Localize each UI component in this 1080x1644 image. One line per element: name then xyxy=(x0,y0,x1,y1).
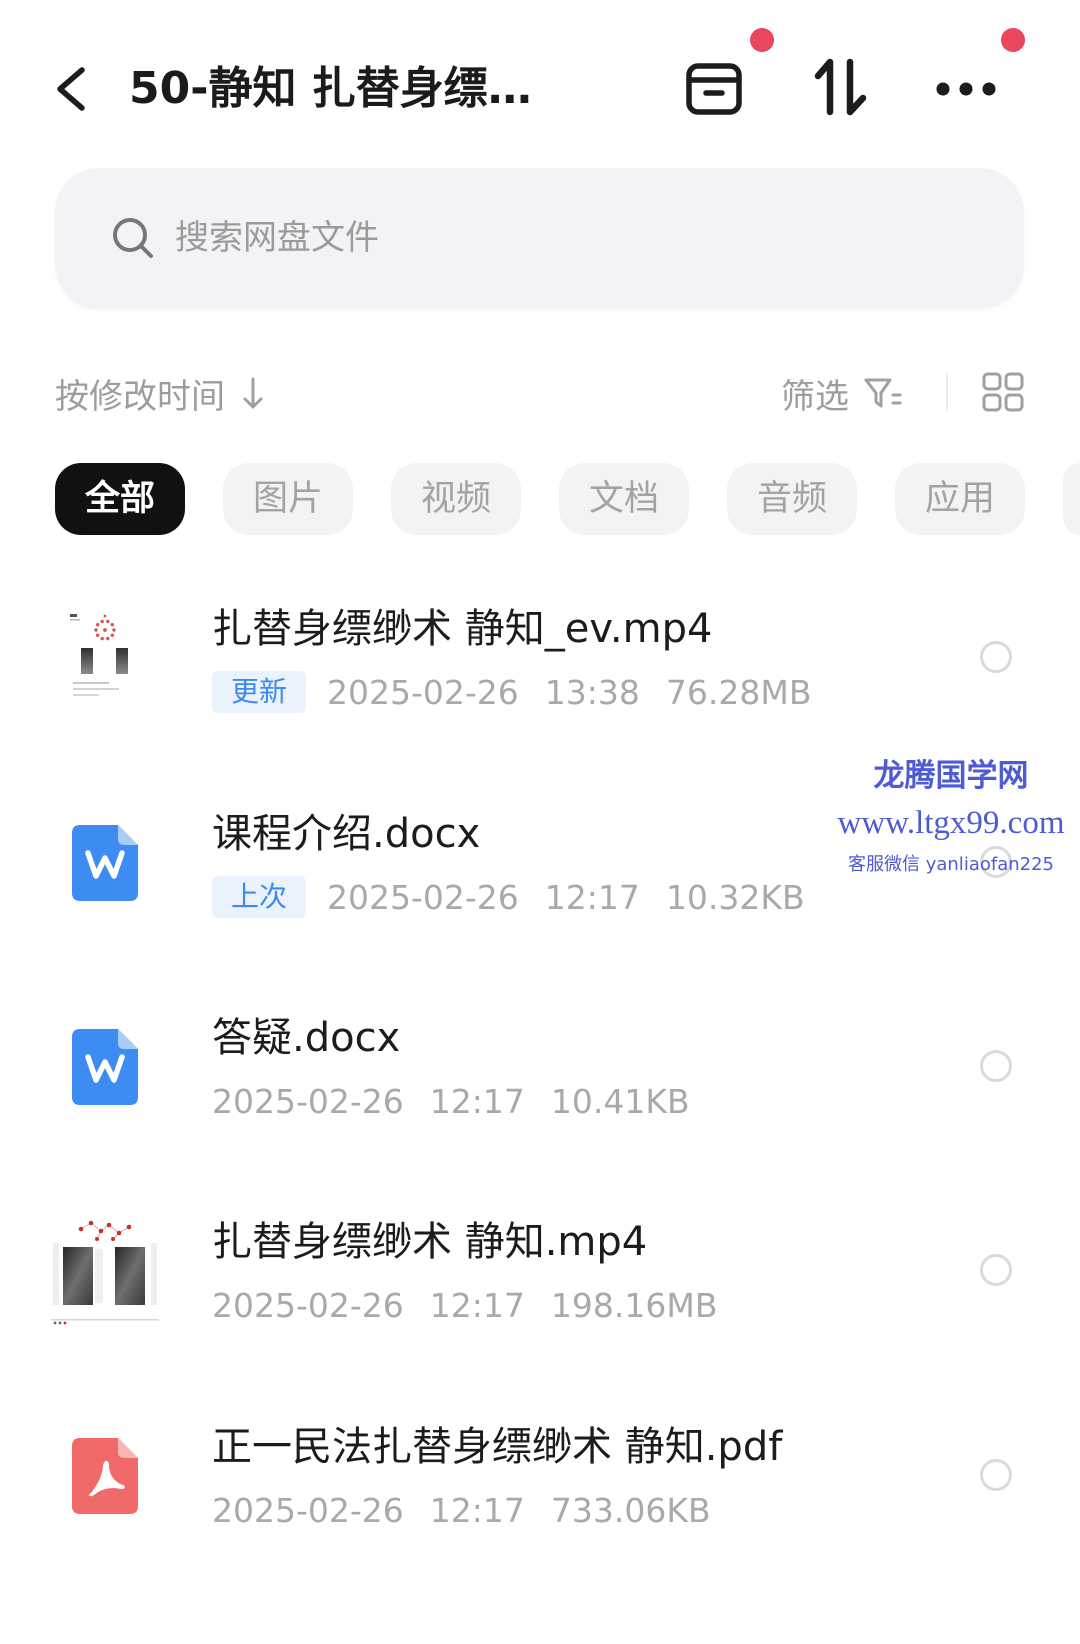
file-time: 12:17 xyxy=(429,1285,525,1325)
watermark-site-name: 龙腾国学网 xyxy=(873,758,1029,794)
filter-label: 筛选 xyxy=(781,376,849,417)
pdf-icon xyxy=(48,1419,162,1533)
file-meta: 上次 2025-02-26 12:17 10.32KB xyxy=(212,875,831,919)
file-date: 2025-02-26 xyxy=(327,672,519,712)
file-meta: 2025-02-26 12:17 198.16MB xyxy=(212,1283,743,1327)
grid-view-toggle[interactable] xyxy=(981,371,1025,413)
toolbar-divider xyxy=(946,373,948,411)
category-tabs: 全部 图片 视频 文档 音频 应用 xyxy=(55,463,1080,535)
filter-button[interactable]: 筛选 xyxy=(781,370,903,417)
sort-by-button[interactable]: 按修改时间 xyxy=(55,370,265,417)
file-meta: 2025-02-26 12:17 733.06KB xyxy=(212,1488,737,1532)
back-chevron-icon xyxy=(57,67,85,111)
grid-view-icon xyxy=(982,372,1024,412)
filter-icon xyxy=(864,378,902,408)
file-time: 12:17 xyxy=(544,877,640,917)
transfer-sort-button[interactable] xyxy=(812,58,870,116)
notification-dot xyxy=(750,28,774,52)
select-radio[interactable] xyxy=(980,1254,1012,1286)
archive-button[interactable] xyxy=(684,60,744,118)
tab-all[interactable]: 全部 xyxy=(55,463,185,535)
file-size: 198.16MB xyxy=(550,1285,718,1325)
file-name: 扎替身缥缈术 静知_ev.mp4 xyxy=(212,606,713,652)
search-bar[interactable] xyxy=(55,168,1024,309)
watermark-contact: 客服微信 yanliaofan225 xyxy=(848,854,1054,875)
sort-arrows-icon xyxy=(814,58,867,116)
arrow-down-icon xyxy=(243,377,263,409)
file-name: 扎替身缥缈术 静知.mp4 xyxy=(212,1219,648,1265)
select-radio[interactable] xyxy=(980,1459,1012,1491)
file-row[interactable]: 扎替身缥缈术 静知_ev.mp4 更新 2025-02-26 13:38 76.… xyxy=(0,557,1080,762)
file-time: 13:38 xyxy=(544,672,640,712)
file-time: 12:17 xyxy=(429,1081,525,1121)
file-date: 2025-02-26 xyxy=(212,1081,404,1121)
sort-label: 按修改时间 xyxy=(55,376,225,417)
file-row[interactable]: 正一民法扎替身缥缈术 静知.pdf 2025-02-26 12:17 733.0… xyxy=(0,1375,1080,1580)
file-meta: 更新 2025-02-26 13:38 76.28MB xyxy=(212,670,838,714)
status-badge: 更新 xyxy=(212,671,307,713)
file-time: 12:17 xyxy=(429,1490,525,1530)
file-size: 10.41KB xyxy=(550,1081,690,1121)
file-name: 答疑.docx xyxy=(212,1015,401,1061)
select-radio[interactable] xyxy=(980,1050,1012,1082)
word-doc-icon xyxy=(48,806,162,920)
video-thumbnail-icon xyxy=(48,1214,162,1328)
file-row[interactable]: 答疑.docx 2025-02-26 12:17 10.41KB xyxy=(0,966,1080,1171)
page-title: 50-静知 扎替身缥… xyxy=(129,63,532,114)
file-name: 正一民法扎替身缥缈术 静知.pdf xyxy=(212,1424,783,1470)
search-input[interactable] xyxy=(175,208,975,268)
file-name: 课程介绍.docx xyxy=(212,811,481,857)
file-row[interactable]: 扎替身缥缈术 静知.mp4 2025-02-26 12:17 198.16MB xyxy=(0,1170,1080,1375)
back-button[interactable] xyxy=(48,63,96,115)
file-date: 2025-02-26 xyxy=(212,1490,404,1530)
file-date: 2025-02-26 xyxy=(327,877,519,917)
status-badge: 上次 xyxy=(212,876,307,918)
tab-overflow-partial[interactable] xyxy=(1063,463,1080,535)
notification-dot xyxy=(1001,28,1025,52)
file-size: 733.06KB xyxy=(550,1490,711,1530)
file-meta: 2025-02-26 12:17 10.41KB xyxy=(212,1079,716,1123)
more-button[interactable] xyxy=(930,70,1000,108)
file-size: 76.28MB xyxy=(665,672,812,712)
video-thumbnail-icon xyxy=(48,601,162,715)
file-size: 10.32KB xyxy=(665,877,805,917)
tab-apps[interactable]: 应用 xyxy=(895,463,1025,535)
file-date: 2025-02-26 xyxy=(212,1285,404,1325)
search-icon xyxy=(113,218,153,258)
tab-images[interactable]: 图片 xyxy=(223,463,353,535)
tab-videos[interactable]: 视频 xyxy=(391,463,521,535)
word-doc-icon xyxy=(48,1010,162,1124)
watermark-url: www.ltgx99.com xyxy=(837,805,1065,841)
tab-audio[interactable]: 音频 xyxy=(727,463,857,535)
tab-documents[interactable]: 文档 xyxy=(559,463,689,535)
more-dots-icon xyxy=(936,82,996,96)
select-radio[interactable] xyxy=(980,641,1012,673)
archive-box-icon xyxy=(686,63,742,115)
